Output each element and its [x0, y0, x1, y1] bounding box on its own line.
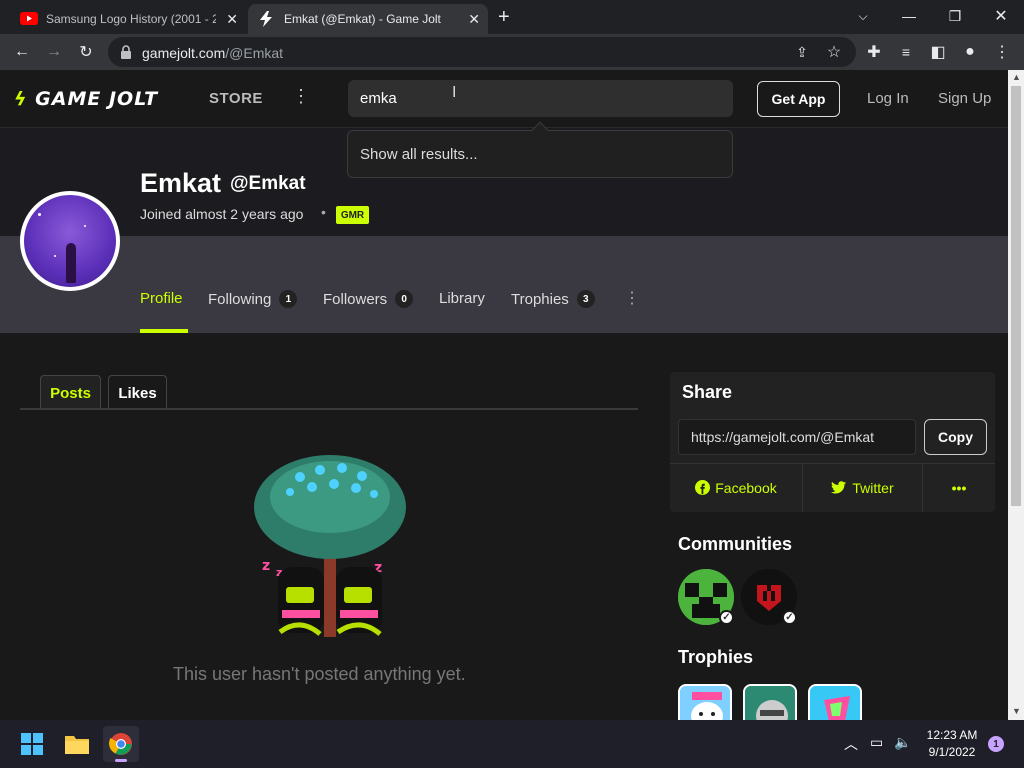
- back-icon[interactable]: ←: [12, 42, 32, 62]
- tab-posts[interactable]: Posts: [40, 375, 101, 410]
- more-share-options-button[interactable]: •••: [923, 463, 995, 512]
- tab-following[interactable]: Following 1: [208, 290, 298, 308]
- url-text: gamejolt.com/@Emkat: [142, 45, 284, 61]
- close-tab-icon[interactable]: ✕: [226, 11, 238, 28]
- close-window-button[interactable]: ✕: [978, 0, 1024, 32]
- show-hidden-icons-icon[interactable]: ︿: [844, 734, 858, 754]
- start-button[interactable]: [14, 726, 50, 762]
- tab-library[interactable]: Library: [439, 290, 485, 307]
- restore-button[interactable]: ❐: [932, 0, 978, 32]
- chrome-icon: [109, 733, 132, 755]
- tab-trophies[interactable]: Trophies 3: [511, 290, 595, 308]
- profile-nav-bar: [0, 236, 1008, 333]
- trophy-bear-icon: [680, 686, 730, 724]
- subtab-divider: [20, 408, 638, 410]
- text-cursor-icon: I: [452, 84, 457, 101]
- minimize-button[interactable]: —: [886, 0, 932, 32]
- scroll-up-icon[interactable]: ▲: [1012, 72, 1021, 82]
- tab-likes[interactable]: Likes: [108, 375, 167, 410]
- windows-taskbar: ︿ ▭ 🔈 12:23 AM 9/1/2022: [0, 720, 1024, 768]
- verified-icon: ✓: [719, 610, 734, 625]
- scroll-down-icon[interactable]: ▼: [1012, 706, 1021, 716]
- media-control-icon[interactable]: ≡: [896, 42, 916, 62]
- signup-link[interactable]: Sign Up: [938, 90, 991, 107]
- twitter-share-button[interactable]: Twitter: [803, 463, 922, 512]
- gamejolt-logo[interactable]: ϟ GAME JOLT: [14, 88, 158, 110]
- reload-icon[interactable]: ↻: [76, 42, 96, 62]
- close-tab-icon[interactable]: ✕: [468, 11, 480, 28]
- forward-icon[interactable]: →: [44, 42, 64, 62]
- clock-time: 12:23 AM: [926, 728, 978, 742]
- taskbar-clock[interactable]: 12:23 AM 9/1/2022: [920, 727, 984, 761]
- verified-icon: ✓: [782, 610, 797, 625]
- lock-icon[interactable]: [120, 45, 132, 59]
- separator-dot: •: [321, 204, 326, 220]
- file-explorer-button[interactable]: [59, 726, 95, 762]
- profile-handle: @Emkat: [230, 173, 306, 194]
- page-scrollbar[interactable]: ▲ ▼: [1008, 70, 1024, 720]
- browser-tab-gamejolt[interactable]: Emkat (@Emkat) - Game Jolt ✕: [248, 4, 488, 34]
- followers-count: 0: [395, 290, 414, 308]
- sleeping-tree-illustration: z z z: [254, 455, 406, 637]
- gamejolt-icon: [260, 11, 272, 27]
- scrollbar-thumb[interactable]: [1011, 86, 1021, 506]
- clock-date: 9/1/2022: [928, 745, 976, 759]
- profile-icon[interactable]: ●: [960, 42, 980, 62]
- show-all-results-link[interactable]: Show all results...: [360, 146, 478, 163]
- trophy-potion-icon: [810, 686, 860, 724]
- new-tab-button[interactable]: +: [498, 6, 510, 29]
- network-icon[interactable]: ▭: [870, 734, 883, 751]
- extensions-icon[interactable]: ✚: [864, 42, 884, 62]
- profile-more-icon[interactable]: ⋮: [624, 288, 640, 308]
- tab-title: Emkat (@Emkat) - Game Jolt: [284, 12, 441, 26]
- profile-name: Emkat: [140, 168, 222, 198]
- facebook-icon: [695, 480, 711, 495]
- joined-date: Joined almost 2 years ago: [140, 206, 304, 222]
- svg-text:z: z: [262, 558, 270, 574]
- tab-profile[interactable]: Profile: [140, 290, 183, 307]
- browser-menu-icon[interactable]: ⋮: [992, 42, 1012, 62]
- trophy-thumbnail[interactable]: [808, 684, 862, 724]
- store-link[interactable]: STORE: [209, 90, 263, 107]
- following-count: 1: [279, 290, 298, 308]
- youtube-icon: [20, 12, 38, 25]
- tab-search-icon[interactable]: ⌵: [840, 0, 886, 32]
- bookmark-star-icon[interactable]: ☆: [824, 42, 844, 62]
- login-link[interactable]: Log In: [867, 90, 909, 107]
- facebook-share-button[interactable]: Facebook: [670, 463, 802, 512]
- gmr-badge: GMR: [336, 206, 369, 224]
- get-app-button[interactable]: Get App: [757, 81, 840, 117]
- trophy-robot-icon: [745, 686, 795, 724]
- folder-icon: [65, 736, 89, 754]
- trophy-thumbnail[interactable]: [743, 684, 797, 724]
- browser-tab-youtube[interactable]: Samsung Logo History (2001 - 20 ✕: [8, 4, 246, 34]
- chrome-taskbar-button[interactable]: [103, 726, 139, 762]
- copy-button[interactable]: Copy: [924, 419, 987, 455]
- avatar[interactable]: [20, 191, 120, 291]
- search-input[interactable]: [348, 80, 733, 117]
- communities-title: Communities: [678, 534, 793, 554]
- site-header: ϟ GAME JOLT STORE ⋮ I Get App Log In Sig…: [0, 70, 1008, 128]
- windows-logo-icon: [21, 733, 43, 755]
- share-page-icon[interactable]: ⇪: [792, 42, 812, 62]
- trophies-title: Trophies: [678, 647, 754, 667]
- browser-toolbar: ← → ↻ gamejolt.com/@Emkat ⇪ ☆ ✚ ≡ ◧ ● ⋮: [0, 34, 1024, 70]
- share-url-field[interactable]: [678, 419, 916, 455]
- side-panel-icon[interactable]: ◧: [928, 42, 948, 62]
- tab-followers[interactable]: Followers 0: [323, 290, 414, 308]
- search-dropdown: Show all results...: [347, 121, 733, 178]
- trophy-thumbnail[interactable]: [678, 684, 732, 724]
- address-bar[interactable]: gamejolt.com/@Emkat ⇪ ☆: [108, 37, 856, 67]
- share-title: Share: [682, 382, 733, 402]
- twitter-icon: [831, 481, 847, 494]
- more-menu-icon[interactable]: ⋮: [292, 86, 310, 107]
- tab-title: Samsung Logo History (2001 - 20: [46, 12, 216, 26]
- empty-posts-message: This user hasn't posted anything yet.: [173, 664, 466, 684]
- volume-icon[interactable]: 🔈: [894, 734, 911, 751]
- notification-badge[interactable]: 1: [988, 736, 1004, 752]
- trophies-count: 3: [576, 290, 595, 308]
- browser-tab-bar: Samsung Logo History (2001 - 20 ✕ Emkat …: [0, 0, 1024, 34]
